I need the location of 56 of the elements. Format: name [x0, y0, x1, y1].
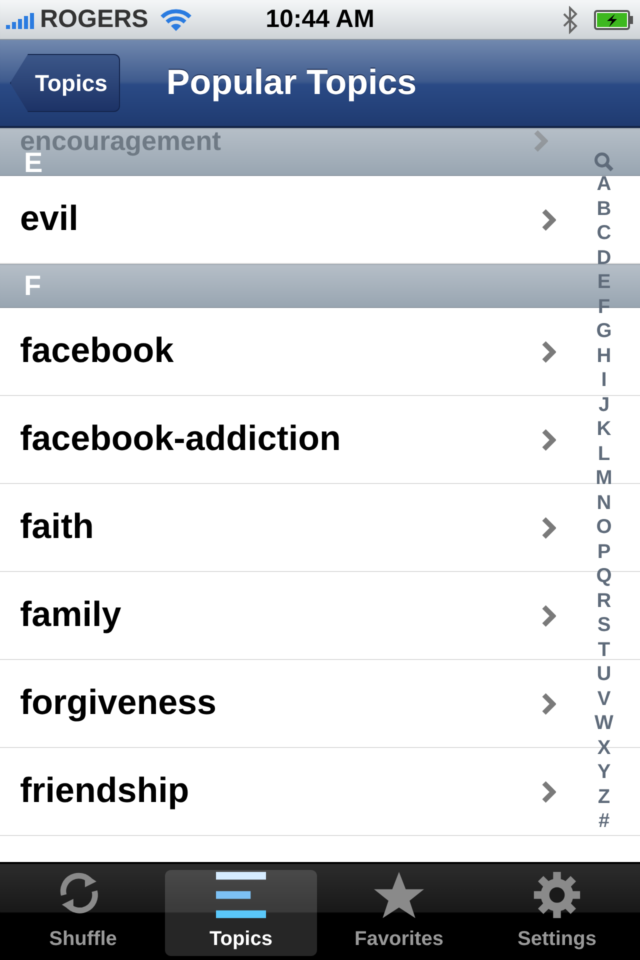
- index-letter[interactable]: R: [596, 588, 612, 613]
- bluetooth-icon: [562, 6, 578, 34]
- index-letter[interactable]: B: [596, 196, 612, 221]
- chevron-icon: [540, 208, 556, 232]
- chevron-icon: [540, 428, 556, 452]
- signal-icon: [6, 10, 36, 28]
- list-icon: [213, 870, 269, 920]
- index-letter[interactable]: T: [598, 638, 610, 662]
- chevron-icon: [540, 340, 556, 364]
- time-label: 10:44 AM: [266, 4, 374, 33]
- index-letter[interactable]: V: [597, 686, 611, 711]
- row-label[interactable]: facebook-addiction: [20, 419, 341, 458]
- index-letter[interactable]: S: [597, 613, 611, 638]
- index-letter[interactable]: A: [596, 172, 612, 196]
- index-letter[interactable]: G: [596, 319, 612, 344]
- tab-button[interactable]: Settings: [481, 870, 633, 956]
- index-letter[interactable]: U: [596, 662, 612, 686]
- index-letter[interactable]: #: [598, 809, 610, 834]
- row-label[interactable]: family: [20, 595, 122, 634]
- chevron-icon: [540, 692, 556, 716]
- star-icon: [371, 870, 427, 920]
- tab-button[interactable]: Shuffle: [7, 870, 159, 956]
- index-letter[interactable]: X: [597, 736, 611, 760]
- tab-button[interactable]: Topics: [165, 870, 317, 956]
- index-letter[interactable]: C: [596, 221, 612, 246]
- carrier-label: ROGERS: [40, 4, 148, 35]
- index-letter[interactable]: I: [601, 368, 607, 392]
- row-label[interactable]: evil: [20, 199, 78, 238]
- index-letter[interactable]: D: [596, 246, 612, 270]
- index-letter[interactable]: J: [598, 392, 610, 417]
- battery-icon: [594, 8, 634, 30]
- index-letter[interactable]: Z: [598, 784, 610, 809]
- chevron-icon: [540, 780, 556, 804]
- search-icon: [594, 152, 614, 172]
- back-button[interactable]: Topics: [10, 54, 120, 112]
- index-letter[interactable]: P: [597, 540, 611, 564]
- index-letter[interactable]: Q: [596, 564, 612, 588]
- section-header: F: [24, 274, 42, 298]
- tab-button[interactable]: Favorites: [323, 870, 475, 956]
- index-letter[interactable]: K: [596, 417, 612, 442]
- chevron-icon: [540, 516, 556, 540]
- index-letter[interactable]: N: [596, 490, 612, 515]
- chevron-icon: [532, 129, 548, 153]
- row-label[interactable]: facebook: [20, 331, 174, 370]
- index-letter[interactable]: W: [594, 711, 614, 736]
- index-letter[interactable]: L: [598, 442, 610, 466]
- index-letter[interactable]: M: [596, 466, 612, 490]
- screen-title: Popular Topics: [166, 62, 417, 104]
- index-letter[interactable]: Y: [597, 760, 611, 784]
- row-label[interactable]: forgiveness: [20, 683, 216, 722]
- chevron-icon: [540, 604, 556, 628]
- row-label[interactable]: faith: [20, 507, 94, 546]
- row-label[interactable]: friendship: [20, 771, 190, 810]
- wifi-icon: [160, 8, 192, 32]
- index-letter[interactable]: H: [596, 344, 612, 368]
- index-letter[interactable]: O: [596, 515, 612, 540]
